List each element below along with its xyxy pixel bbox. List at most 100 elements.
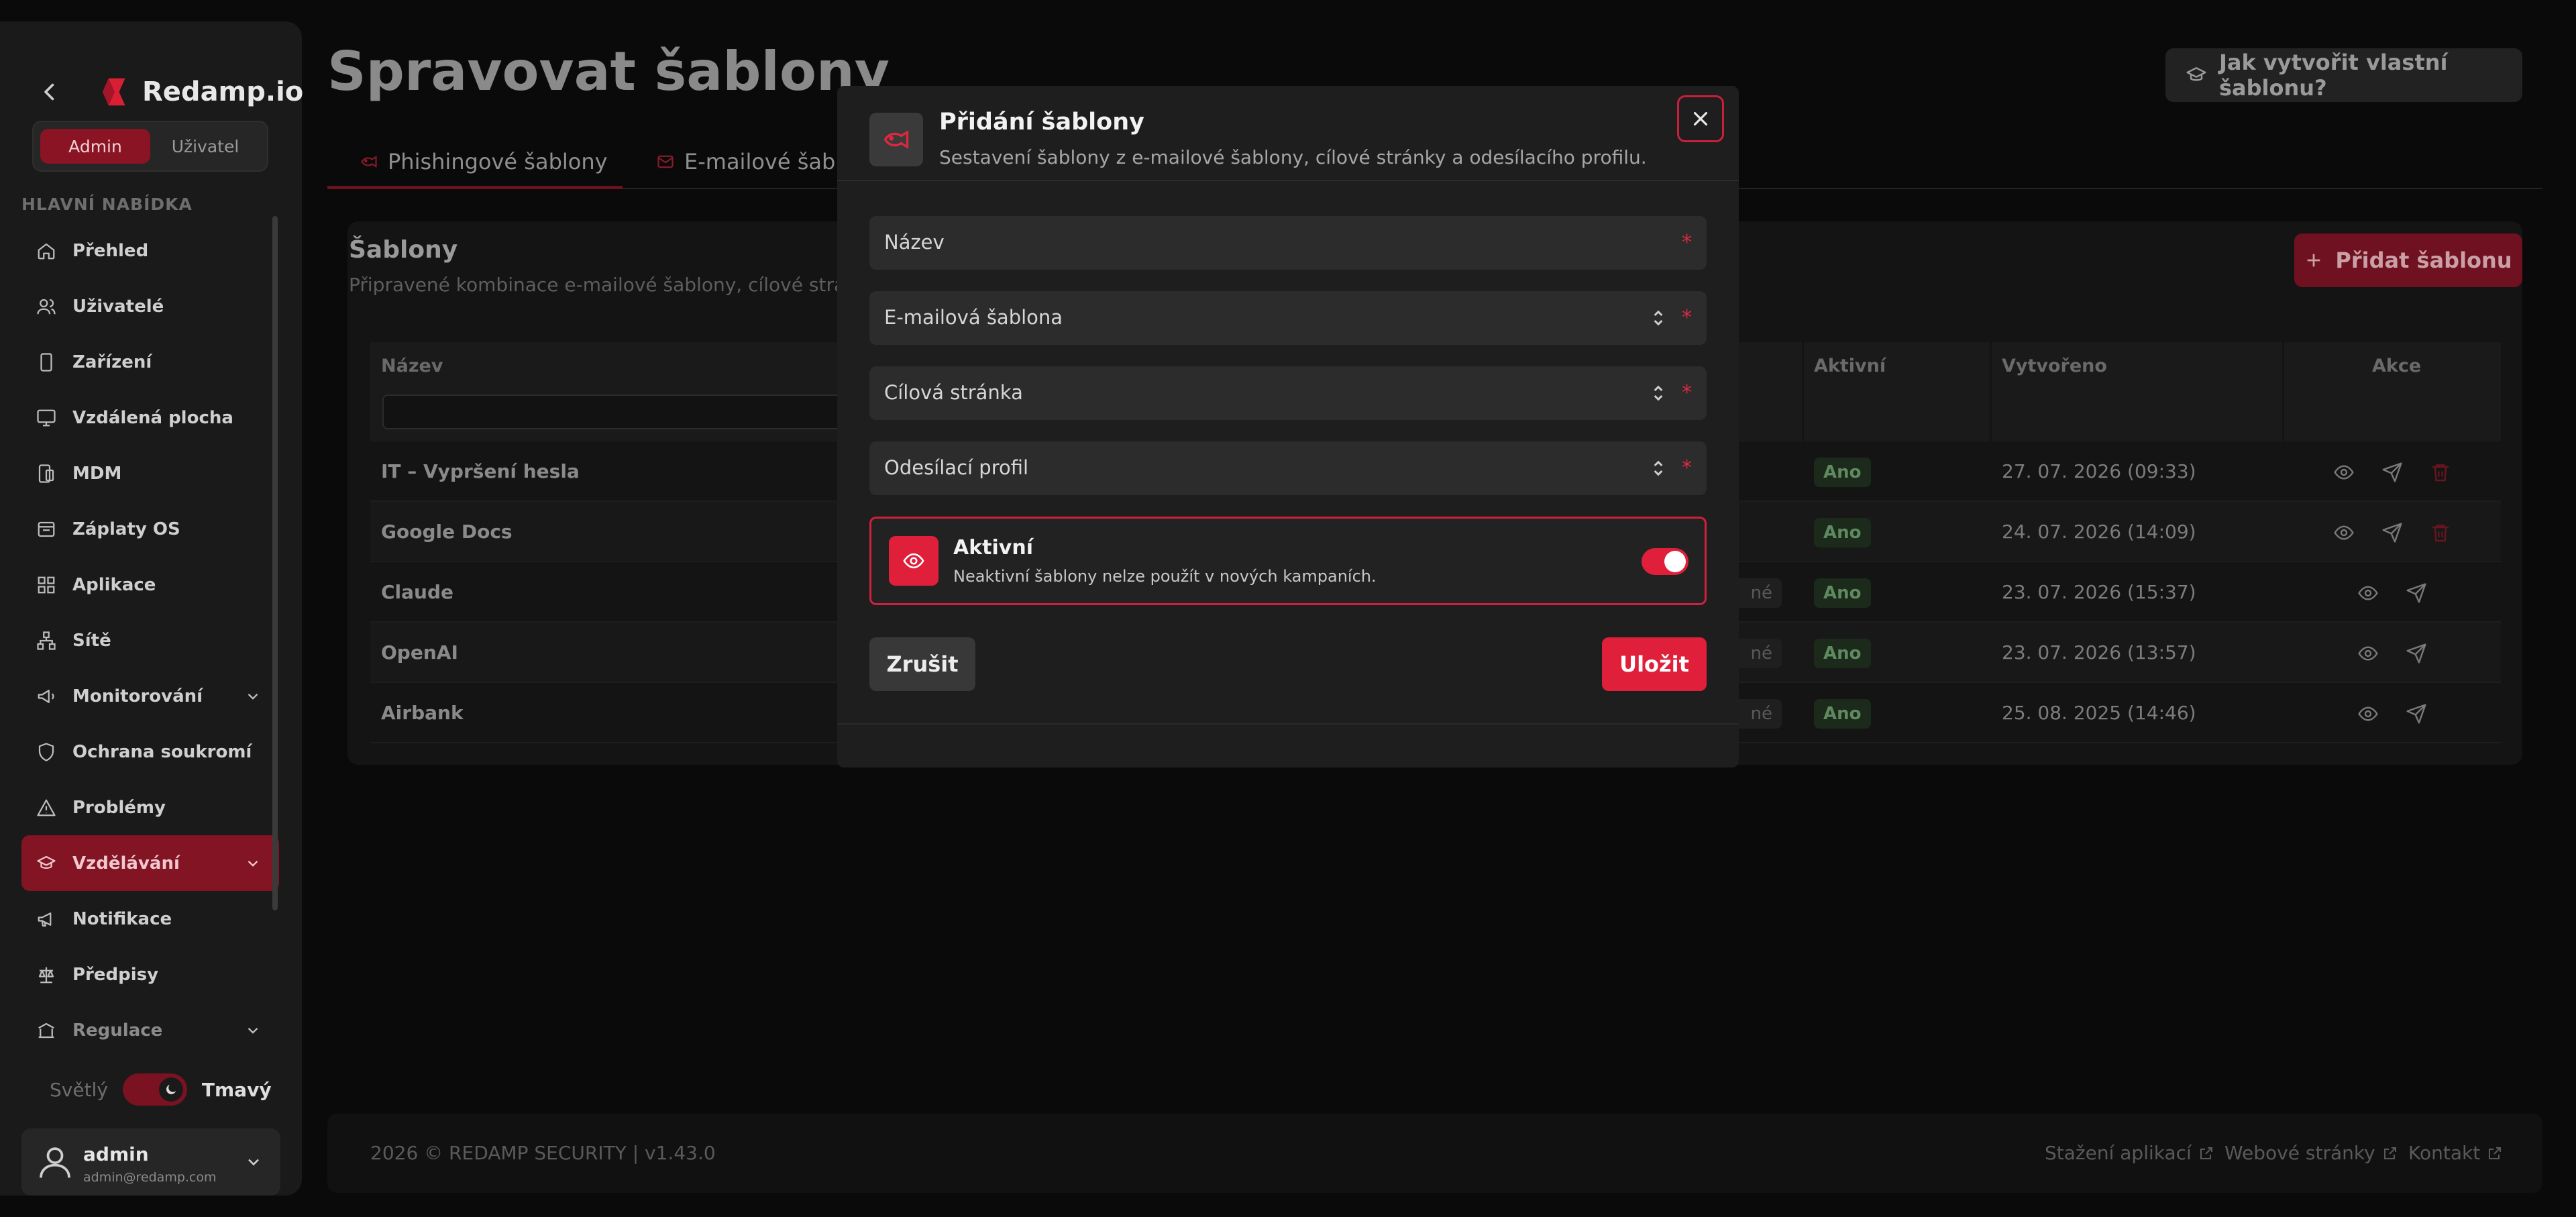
send-icon[interactable] — [2381, 522, 2403, 543]
back-arrow-icon[interactable] — [38, 80, 62, 104]
name-field[interactable]: Název * — [869, 216, 1707, 270]
dialog-header-divider — [837, 180, 1739, 181]
dialog-footer-divider — [837, 723, 1739, 725]
help-button[interactable]: Jak vytvořit vlastní šablonu? — [2165, 48, 2522, 102]
regulation-icon — [36, 1020, 56, 1041]
sidebar-item-monitoring[interactable]: Monitorování — [21, 668, 279, 724]
grid-icon — [36, 575, 56, 595]
tab-phishing-templates[interactable]: Phishingové šablony — [360, 149, 608, 174]
email-template-select[interactable]: E-mailová šablona * — [869, 291, 1707, 345]
eye-icon[interactable] — [2357, 643, 2379, 664]
column-header-active[interactable]: Aktivní — [1814, 356, 1886, 376]
eye-icon[interactable] — [2357, 703, 2379, 725]
sidebar-item-label: Zařízení — [72, 352, 152, 372]
chevron-down-icon[interactable] — [244, 855, 262, 872]
sidebar-item-privacy[interactable]: Ochrana soukromí — [21, 724, 279, 780]
sidebar-item-notifications[interactable]: Notifikace — [21, 891, 279, 947]
eye-icon[interactable] — [2357, 582, 2379, 604]
column-separator — [1802, 342, 1804, 441]
active-badge: Ano — [1814, 458, 1871, 487]
column-header-name[interactable]: Název — [381, 356, 443, 376]
sidebar-item-devices[interactable]: Zařízení — [21, 334, 279, 390]
panel-title: Šablony — [349, 236, 458, 264]
row-created: 23. 07. 2026 (13:57) — [2002, 641, 2196, 664]
column-separator — [1990, 342, 1992, 441]
send-icon[interactable] — [2406, 643, 2427, 664]
eye-icon[interactable] — [2333, 462, 2355, 483]
sidebar-item-regulations[interactable]: Předpisy — [21, 947, 279, 1002]
sidebar-item-users[interactable]: Uživatelé — [21, 278, 279, 334]
add-template-label: Přidat šablonu — [2335, 248, 2512, 273]
graduation-cap-icon — [2186, 64, 2207, 86]
trash-icon[interactable] — [2430, 522, 2451, 543]
menu-section-title: HLAVNÍ NABÍDKA — [21, 195, 193, 214]
close-button[interactable] — [1677, 95, 1724, 142]
sidebar-scrollbar[interactable] — [272, 216, 278, 910]
column-header-created[interactable]: Vytvořeno — [2002, 356, 2107, 376]
user-name: admin — [83, 1143, 149, 1165]
sidebar-item-regulation[interactable]: Regulace — [21, 1002, 279, 1058]
sidebar-item-label: Vzdělávání — [72, 853, 180, 874]
role-admin-button[interactable]: Admin — [40, 129, 150, 164]
patch-icon — [36, 519, 56, 539]
footer-link-website[interactable]: Webové stránky — [2224, 1142, 2398, 1164]
row-name: OpenAI — [381, 641, 458, 664]
send-icon[interactable] — [2406, 582, 2427, 604]
sending-profile-placeholder: Odesílací profil — [884, 456, 1029, 479]
close-icon — [1689, 107, 1712, 130]
cancel-button[interactable]: Zrušit — [869, 637, 975, 691]
chevron-down-icon[interactable] — [244, 1022, 262, 1039]
add-template-button[interactable]: Přidat šablonu — [2294, 233, 2522, 287]
row-created: 24. 07. 2026 (14:09) — [2002, 521, 2196, 543]
required-mark: * — [1682, 456, 1692, 480]
theme-toggle[interactable] — [122, 1073, 187, 1106]
home-icon — [36, 241, 56, 261]
save-button[interactable]: Uložit — [1602, 637, 1707, 691]
sidebar-item-remote-desktop[interactable]: Vzdálená plocha — [21, 390, 279, 445]
sidebar-item-label: Záplaty OS — [72, 519, 180, 539]
chevron-down-icon[interactable] — [244, 688, 262, 705]
trash-icon[interactable] — [2430, 462, 2451, 483]
sidebar-item-mdm[interactable]: MDM — [21, 445, 279, 501]
theme-switcher: Světlý Tmavý — [50, 1073, 272, 1106]
footer-link-label: Kontakt — [2408, 1142, 2481, 1164]
name-filter-input[interactable] — [382, 394, 852, 429]
role-switch[interactable]: Admin Uživatel — [32, 121, 268, 172]
sidebar-item-problems[interactable]: Problémy — [21, 780, 279, 835]
name-field-placeholder: Název — [884, 231, 945, 254]
footer-link-downloads[interactable]: Stažení aplikací — [2045, 1142, 2214, 1164]
row-name: Google Docs — [381, 521, 513, 543]
send-icon[interactable] — [2381, 462, 2403, 483]
dialog-icon-box — [869, 113, 923, 166]
chevron-down-icon[interactable] — [244, 1153, 263, 1171]
footer-link-contact[interactable]: Kontakt — [2408, 1142, 2503, 1164]
eye-icon[interactable] — [2333, 522, 2355, 543]
tab-email-templates[interactable]: E-mailové šablo — [656, 149, 855, 174]
user-email: admin@redamp.com — [83, 1170, 217, 1185]
redamp-logo-icon — [98, 74, 134, 110]
sidebar-item-networks[interactable]: Sítě — [21, 613, 279, 668]
role-user-button[interactable]: Uživatel — [150, 129, 260, 164]
sidebar-item-applications[interactable]: Aplikace — [21, 557, 279, 613]
active-toggle[interactable] — [1642, 548, 1688, 575]
landing-page-select[interactable]: Cílová stránka * — [869, 366, 1707, 420]
phishing-icon — [881, 125, 911, 154]
sidebar-item-os-patches[interactable]: Záplaty OS — [21, 501, 279, 557]
row-name: Airbank — [381, 702, 464, 724]
sidebar-item-education[interactable]: Vzdělávání — [21, 835, 279, 891]
sidebar-item-overview[interactable]: Přehled — [21, 223, 279, 278]
active-badge: Ano — [1814, 518, 1871, 547]
row-name: Claude — [381, 581, 454, 603]
sidebar-item-label: Přehled — [72, 240, 149, 261]
row-created: 25. 08. 2025 (14:46) — [2002, 702, 2196, 724]
mail-icon — [656, 152, 675, 171]
column-header-actions: Akce — [2372, 356, 2422, 376]
user-menu[interactable]: admin admin@redamp.com — [21, 1128, 280, 1196]
page-footer: 2026 © REDAMP SECURITY | v1.43.0 Stažení… — [327, 1114, 2542, 1193]
theme-light-label: Světlý — [50, 1078, 108, 1101]
send-icon[interactable] — [2406, 703, 2427, 725]
row-name: IT – Vypršení hesla — [381, 460, 580, 482]
sending-profile-select[interactable]: Odesílací profil * — [869, 441, 1707, 495]
sidebar-item-label: Regulace — [72, 1020, 163, 1041]
external-link-icon — [2487, 1145, 2503, 1161]
